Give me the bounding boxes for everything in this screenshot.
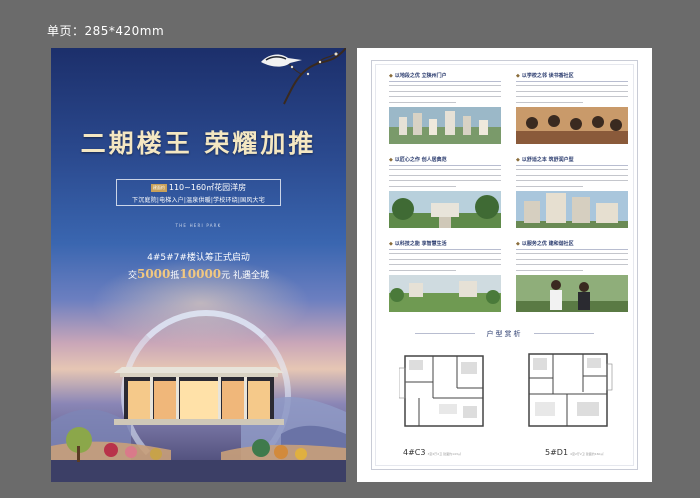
plans-title: 户型赏析 <box>486 330 523 338</box>
divider <box>389 81 501 82</box>
spec-area-line: 建面约 110~160㎡花园洋房 <box>117 182 280 193</box>
plan-note: 3室2厅2卫 建面约143㎡ <box>427 452 461 456</box>
diamond-icon: ◆ <box>389 241 393 247</box>
section-tech: ◆ 以科技之能 享智慧生活 <box>389 240 501 316</box>
section-title: 以科技之能 享智慧生活 <box>394 241 447 247</box>
size-label: 单页：285*420mm <box>47 24 165 38</box>
plan-name: 5#D1 <box>545 448 569 457</box>
section-location: ◆ 以地段之优 立陕州门户 <box>389 72 501 148</box>
diamond-icon: ◆ <box>516 73 520 79</box>
offer-amount-1: 5000 <box>136 267 171 281</box>
divider <box>389 249 501 250</box>
body-text-placeholder <box>516 253 628 271</box>
body-text-placeholder <box>389 169 501 187</box>
section-school: ◆ 以学校之邻 读书香社区 <box>516 72 628 148</box>
diamond-icon: ◆ <box>516 241 520 247</box>
spec-features: 下沉庭院|电梯入户|温泉供暖|学校环绕|国风大宅 <box>132 197 265 204</box>
launch-text: 4#5#7#楼认筹正式启动 <box>147 253 250 263</box>
body-text-placeholder <box>516 169 628 187</box>
back-sheet: ◆ 以地段之优 立陕州门户 ◆ 以学校之邻 读书香社区 ◆ 以匠心之作 创人居典范 <box>357 48 652 482</box>
plan-label-c3: 4#C3 3室2厅2卫 建面约143㎡ <box>403 448 461 457</box>
community-photo <box>389 275 501 312</box>
spec-tag: 建面约 <box>150 183 167 192</box>
divider <box>389 165 501 166</box>
garden-photo <box>389 191 501 228</box>
spec-box: 建面约 110~160㎡花园洋房 下沉庭院|电梯入户|温泉供暖|学校环绕|国风大宅 <box>116 179 281 206</box>
apartment-towers-photo <box>516 191 628 228</box>
offer-prefix: 交 <box>127 271 137 281</box>
section-title: 以服务之优 建和谐社区 <box>521 241 574 247</box>
magpie-branch-illustration <box>261 48 346 105</box>
students-photo <box>516 107 628 144</box>
section-layout: ◆ 以舒适之本 筑舒润户型 <box>516 156 628 232</box>
plan-name: 4#C3 <box>403 448 426 457</box>
diamond-icon: ◆ <box>389 73 393 79</box>
divider <box>534 333 594 334</box>
aerial-city-photo <box>389 107 501 144</box>
body-text-placeholder <box>389 253 501 271</box>
section-craft: ◆ 以匠心之作 创人居典范 <box>389 156 501 232</box>
spec-area: 110~160㎡花园洋房 <box>168 183 247 192</box>
front-poster: 二期楼王 荣耀加推 建面约 110~160㎡花园洋房 下沉庭院|电梯入户|温泉供暖… <box>51 48 346 482</box>
divider <box>516 81 628 82</box>
section-title: 以舒适之本 筑舒润户型 <box>521 157 574 163</box>
plan-note: 4室2厅2卫 建面约160㎡ <box>570 452 604 456</box>
section-service: ◆ 以服务之优 建和谐社区 <box>516 240 628 316</box>
divider <box>516 165 628 166</box>
section-title: 以学校之邻 读书香社区 <box>521 73 574 79</box>
park-name: THE HERI PARK <box>175 223 222 228</box>
staff-photo <box>516 275 628 312</box>
villa-illustration <box>114 367 284 425</box>
body-text-placeholder <box>389 85 501 103</box>
diamond-icon: ◆ <box>516 157 520 163</box>
offer-text: 交5000抵10000元 礼遇全城 <box>51 267 346 281</box>
divider <box>516 249 628 250</box>
headline: 二期楼王 荣耀加推 <box>80 129 317 158</box>
body-text-placeholder <box>516 85 628 103</box>
floor-plan-d1 <box>528 353 613 427</box>
floor-plan-c3 <box>399 355 484 427</box>
section-title: 以匠心之作 创人居典范 <box>394 157 447 163</box>
section-title: 以地段之优 立陕州门户 <box>394 73 447 79</box>
diamond-icon: ◆ <box>389 157 393 163</box>
offer-amount-2: 10000 <box>179 267 222 281</box>
offer-suffix: 元 礼遇全城 <box>221 271 270 281</box>
plan-label-d1: 5#D1 4室2厅2卫 建面约160㎡ <box>545 448 603 457</box>
